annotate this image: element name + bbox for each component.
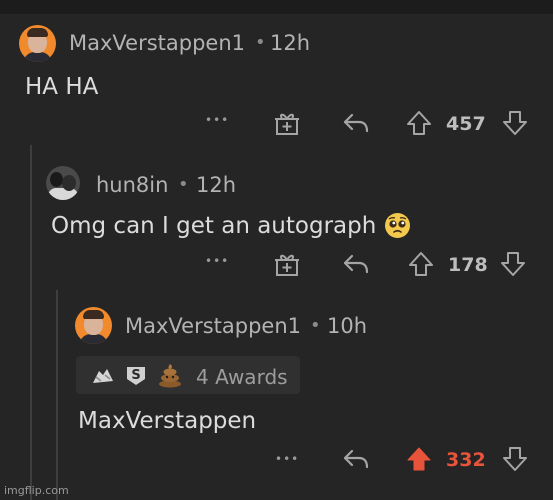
comment-username[interactable]: MaxVerstappen1: [125, 314, 301, 338]
top-bar: [0, 0, 553, 14]
upvote-icon-active[interactable]: [406, 446, 432, 472]
award-s-icon: S: [124, 363, 148, 387]
avatar[interactable]: [19, 25, 56, 62]
reply-icon[interactable]: [342, 253, 370, 275]
reply-icon[interactable]: [342, 448, 370, 470]
pleading-face-emoji: [384, 212, 411, 239]
watermark: imgflip.com: [4, 484, 69, 497]
avatar[interactable]: [75, 307, 112, 344]
gift-icon[interactable]: [274, 251, 300, 277]
comment-username[interactable]: hun8in: [96, 173, 168, 197]
thread-line[interactable]: [30, 145, 32, 500]
upvote-icon[interactable]: [406, 110, 432, 136]
awards-label[interactable]: 4 Awards: [196, 365, 288, 389]
comment-time: 12h: [270, 31, 311, 55]
vote-count: 178: [448, 254, 488, 276]
vote-count: 332: [446, 449, 486, 471]
comment-time: 10h: [327, 314, 368, 338]
more-options-icon[interactable]: •••: [275, 452, 299, 466]
more-options-icon[interactable]: •••: [205, 113, 229, 127]
upvote-icon[interactable]: [408, 251, 434, 277]
svg-text:S: S: [131, 368, 140, 383]
downvote-icon[interactable]: [502, 446, 528, 472]
avatar[interactable]: [46, 166, 80, 200]
downvote-icon[interactable]: [500, 251, 526, 277]
more-options-icon[interactable]: •••: [205, 254, 229, 268]
gift-icon[interactable]: [274, 110, 300, 136]
award-hands-icon: [90, 363, 116, 387]
thread-line[interactable]: [56, 290, 58, 500]
comment-time: 12h: [196, 173, 237, 197]
comment-body: Omg can I get an autograph: [51, 213, 377, 239]
separator-dot: •: [178, 174, 189, 195]
award-poop-icon: [157, 362, 183, 388]
downvote-icon[interactable]: [502, 110, 528, 136]
separator-dot: •: [310, 315, 321, 336]
comment-body: MaxVerstappen: [78, 408, 257, 434]
separator-dot: •: [255, 32, 266, 53]
reply-icon[interactable]: [342, 112, 370, 134]
vote-count: 457: [446, 113, 486, 135]
comment-username[interactable]: MaxVerstappen1: [69, 31, 245, 55]
comment-body: HA HA: [25, 74, 99, 100]
